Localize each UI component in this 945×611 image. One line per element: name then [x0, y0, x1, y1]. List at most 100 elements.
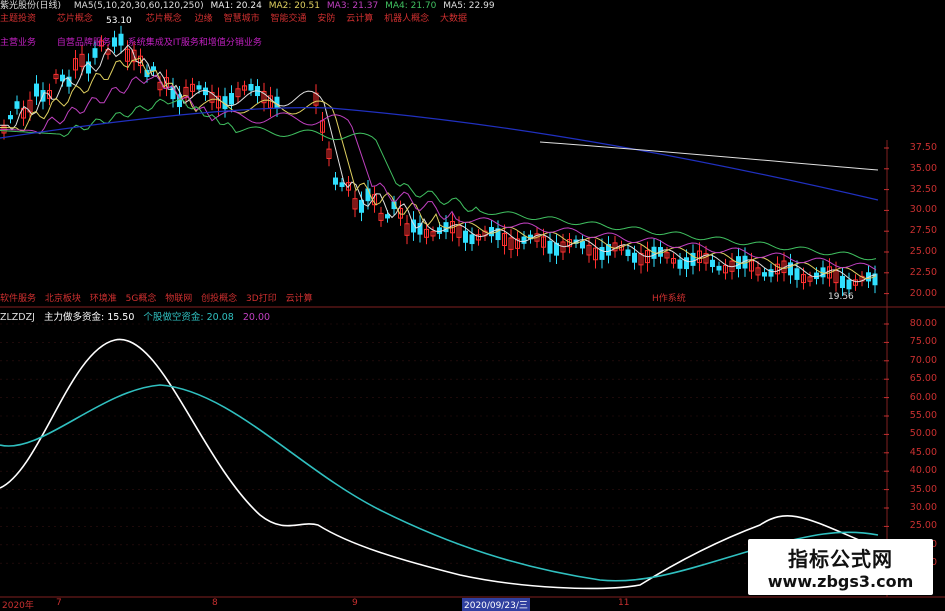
price-axis-tick: 22.50	[909, 266, 937, 278]
indicator-name[interactable]: ZLZDZJ	[0, 312, 35, 323]
concept-tag[interactable]: 安防	[317, 14, 335, 24]
candlestick	[417, 223, 423, 235]
price-axis-tick: 20.00	[909, 287, 937, 299]
date-axis-label: 8	[212, 598, 218, 608]
concept-tag[interactable]: 物联网	[165, 294, 192, 304]
chart-header: 紫光股份(日线) MA5(5,10,20,30,60,120,250) MA1:…	[0, 1, 495, 12]
concept-tag[interactable]: 芯片概念	[146, 14, 182, 24]
candlestick	[339, 182, 345, 187]
indicator-axis-tick: 50.00	[909, 428, 937, 440]
concept-tag[interactable]: 智慧城市	[224, 14, 260, 24]
concept-tag[interactable]: 3D打印	[246, 294, 277, 304]
candlestick	[196, 85, 202, 90]
indicator-line-white	[0, 338, 879, 590]
ma-settings-label[interactable]: MA5(5,10,20,30,60,120,250)	[74, 1, 204, 11]
low-price-label: 19.56	[828, 292, 854, 302]
candlestick	[248, 83, 254, 91]
ma-line-magenta	[0, 74, 877, 271]
indicator-line-cyan	[0, 384, 879, 582]
ma2-value: MA2: 20.51	[268, 1, 321, 11]
concept-tag[interactable]: 创投概念	[201, 294, 237, 304]
price-axis: 37.50 35.00 32.50 30.00 27.50 25.00 22.50 20.00	[879, 0, 945, 306]
date-axis-label: 2020年	[2, 601, 34, 611]
ma3-value: MA3: 21.37	[326, 1, 379, 11]
candlestick	[716, 265, 722, 271]
concept-tag[interactable]: 5G概念	[126, 294, 157, 304]
concept-tag[interactable]: 云计算	[286, 294, 313, 304]
concept-tag[interactable]: 大数据	[440, 14, 467, 24]
date-axis-label: 9	[352, 598, 358, 608]
price-axis-tick: 35.00	[909, 162, 937, 174]
concept-tag[interactable]: 自营品牌服务	[57, 38, 111, 48]
indicator-line3-value: 20.00	[242, 312, 271, 323]
ma-line-blue	[0, 107, 879, 201]
ma-line-long	[539, 141, 879, 171]
ma-line-green	[0, 98, 877, 261]
concept-tag[interactable]: 芯片概念	[57, 14, 93, 24]
ma4-value: MA4: 21.70	[385, 1, 437, 11]
indicator-axis-tick: 40.00	[909, 465, 937, 477]
concept-tag[interactable]: 主营业务	[0, 38, 36, 48]
date-axis-label: 11	[618, 598, 630, 608]
indicator-axis-tick: 45.00	[909, 446, 937, 458]
candlestick	[677, 259, 683, 269]
indicator-axis-tick: 70.00	[909, 354, 937, 366]
concept-tag[interactable]: 边缘	[195, 14, 213, 24]
ma1-value: MA1: 20.24	[210, 1, 262, 11]
watermark-url: www.zbgs3.com	[767, 572, 914, 591]
indicator-axis-tick: 80.00	[909, 318, 937, 329]
peak-price-label: 53.10	[106, 16, 132, 26]
candlestick	[684, 257, 689, 270]
concept-tag[interactable]: 智能交通	[270, 14, 306, 24]
candlestick	[554, 242, 559, 256]
watermark-logo: 指标公式网 www.zbgs3.com	[748, 539, 933, 595]
candlestick	[632, 252, 637, 263]
candlestick	[365, 188, 371, 202]
candlestick	[762, 272, 767, 277]
concept-tags-row1: 主题投资 芯片概念 芯片概念 边缘 智慧城市 智能交通 安防 云计算 机器人概念…	[0, 14, 467, 25]
candlestick	[333, 177, 338, 185]
candlestick	[794, 268, 800, 280]
price-axis-tick: 27.50	[909, 225, 937, 237]
candlestick	[547, 240, 553, 254]
date-axis-label: 7	[56, 598, 62, 608]
candlestick	[437, 227, 442, 234]
date-axis: 2020年 7 8 9 2020/09/23/三 11	[0, 597, 945, 611]
ma5-value: MA5: 22.99	[443, 1, 495, 11]
indicator-line2-value: 个股做空资金: 20.08	[143, 312, 234, 323]
candlestick	[463, 230, 468, 243]
concept-tag[interactable]: 机器人概念	[384, 14, 429, 24]
stock-title: 紫光股份(日线)	[0, 1, 62, 11]
candlestick	[710, 259, 715, 268]
candlestick	[14, 101, 20, 109]
candlestick	[151, 66, 156, 72]
date-axis-label: 2020/09/23/三	[462, 598, 530, 611]
ma-line-yellow	[0, 57, 877, 280]
indicator-axis-tick: 75.00	[909, 336, 937, 348]
concept-tag[interactable]: 主题投资	[0, 14, 36, 24]
watermark-title: 指标公式网	[788, 547, 893, 571]
candlestick	[521, 236, 527, 244]
candlestick	[846, 279, 852, 290]
candlestick	[840, 275, 845, 289]
candlestick	[580, 240, 585, 249]
concept-tags-bottom: 软件服务 北京板块 环境准 5G概念 物联网 创投概念 3D打印 云计算	[0, 294, 313, 305]
indicator-line1-value: 主力做多资金: 15.50	[43, 312, 135, 323]
candlestick	[385, 214, 390, 219]
concept-tag[interactable]: 环境准	[90, 294, 117, 304]
concept-tag[interactable]: 软件服务	[0, 294, 36, 304]
candlestick	[625, 249, 631, 256]
concept-tag[interactable]: 北京板块	[45, 294, 81, 304]
candlestick	[92, 48, 98, 58]
concept-tag[interactable]: 系统集成及IT服务和增值分销业务	[128, 38, 262, 48]
indicator-axis-tick: 60.00	[909, 391, 937, 403]
indicator-axis-tick: 55.00	[909, 410, 937, 421]
indicator-axis-tick: 25.00	[909, 520, 937, 532]
candlestick	[229, 92, 234, 105]
price-axis-tick: 37.50	[909, 142, 937, 153]
concept-tag[interactable]: 云计算	[346, 14, 373, 24]
indicator-header: ZLZDZJ 主力做多资金: 15.50 个股做空资金: 20.08 20.00	[0, 312, 270, 323]
price-axis-tick: 25.00	[909, 246, 937, 257]
candlestick	[469, 234, 475, 245]
price-axis-tick: 30.00	[909, 204, 937, 216]
